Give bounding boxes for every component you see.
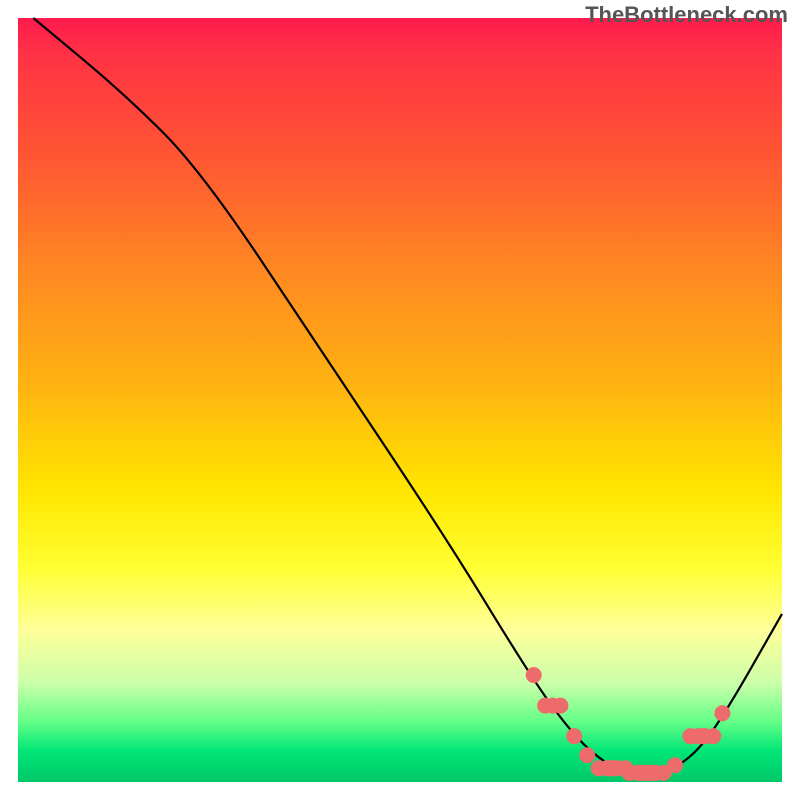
chart-container: TheBottleneck.com [0,0,800,800]
watermark-text: TheBottleneck.com [585,2,788,28]
gradient-background [18,18,782,782]
